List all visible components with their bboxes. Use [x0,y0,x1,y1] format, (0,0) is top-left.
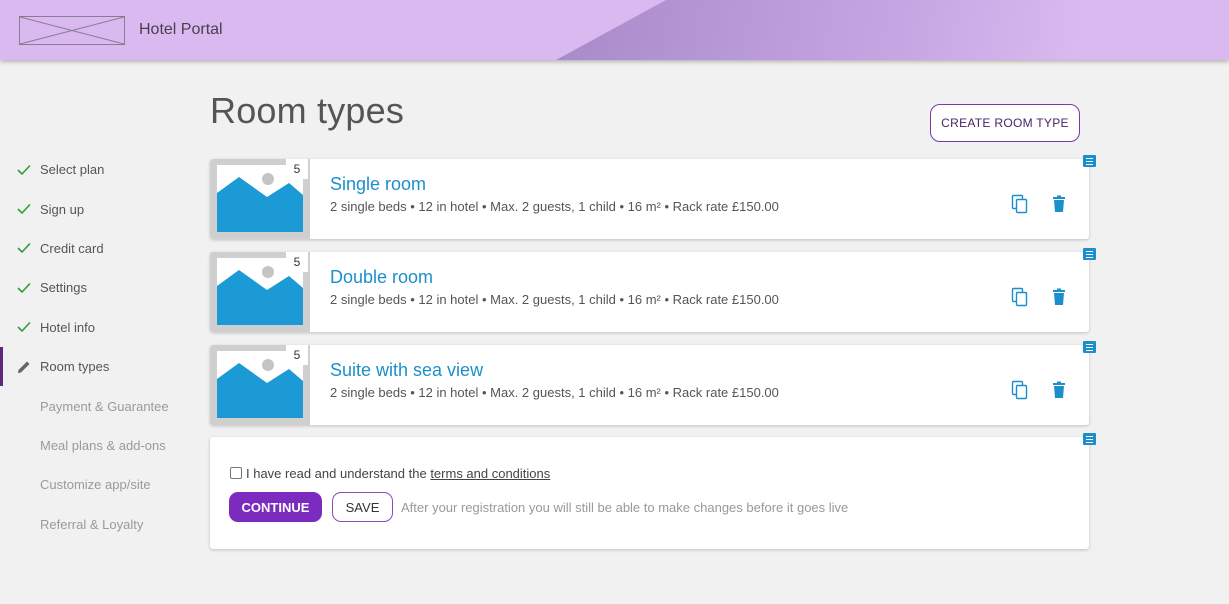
room-description: 2 single beds • 12 in hotel • Max. 2 gue… [330,199,779,214]
sidebar-item-label: Settings [40,280,87,296]
room-description: 2 single beds • 12 in hotel • Max. 2 gue… [330,292,779,307]
save-button[interactable]: SAVE [332,492,393,522]
check-icon [15,279,33,297]
sidebar-item-settings[interactable]: Settings [0,268,200,307]
sidebar-item-label: Select plan [40,162,105,178]
sidebar-item-sign-up[interactable]: Sign up [0,189,200,228]
terms-prefix: I have read and understand the [246,466,431,481]
pencil-icon [15,358,33,376]
sidebar-item-label: Room types [40,359,110,375]
room-thumbnail[interactable]: 5 [210,345,310,425]
top-bar: Hotel Portal [0,0,1229,60]
room-description: 2 single beds • 12 in hotel • Max. 2 gue… [330,385,779,400]
header-decoration [556,0,1229,60]
check-icon [15,200,33,218]
photo-count-badge: 5 [286,345,308,365]
sidebar-item-meal-plans-add-ons[interactable]: Meal plans & add-ons [0,426,200,465]
logo-placeholder[interactable] [19,16,125,45]
photo-count-badge: 5 [286,252,308,272]
sidebar-item-select-plan[interactable]: Select plan [0,150,200,189]
sidebar-item-room-types[interactable]: Room types [0,346,200,387]
registration-hint: After your registration you will still b… [401,500,849,515]
check-icon [15,161,33,179]
sidebar-item-label: Credit card [40,240,104,256]
sidebar-item-label: Hotel info [40,319,95,335]
room-name[interactable]: Suite with sea view [330,360,483,381]
trash-icon[interactable] [1049,287,1069,307]
trash-icon[interactable] [1049,380,1069,400]
continue-button[interactable]: CONTINUE [229,492,322,522]
copy-icon[interactable] [1010,380,1030,400]
terms-link[interactable]: terms and conditions [430,466,550,481]
sidebar-item-customize-app-site[interactable]: Customize app/site [0,465,200,504]
room-thumbnail[interactable]: 5 [210,252,310,332]
menu-icon[interactable] [1083,248,1096,260]
sidebar-item-hotel-info[interactable]: Hotel info [0,308,200,347]
room-name[interactable]: Double room [330,267,433,288]
menu-icon[interactable] [1083,433,1096,445]
menu-icon[interactable] [1083,341,1096,353]
sidebar-item-label: Meal plans & add-ons [40,437,166,453]
trash-icon[interactable] [1049,194,1069,214]
create-room-type-button[interactable]: CREATE ROOM TYPE [930,104,1080,142]
room-card[interactable]: 5 Double room 2 single beds • 12 in hotel … [210,252,1089,332]
sidebar-item-payment-guarantee[interactable]: Payment & Guarantee [0,386,200,425]
sidebar-item-label: Sign up [40,201,85,217]
sidebar-item-label: Referral & Loyalty [40,516,144,532]
room-card[interactable]: 5 Suite with sea view 2 single beds • 12 i… [210,345,1089,425]
copy-icon[interactable] [1010,287,1030,307]
page-title: Room types [210,90,405,131]
terms-checkbox[interactable] [230,467,242,479]
room-name[interactable]: Single room [330,174,426,195]
terms-card: I have read and understand the terms and… [210,437,1089,549]
sidebar-item-label: Customize app/site [40,477,151,493]
copy-icon[interactable] [1010,194,1030,214]
sidebar-item-credit-card[interactable]: Credit card [0,229,200,268]
check-icon [15,239,33,257]
photo-count-badge: 5 [286,159,308,179]
sidebar-item-referral-loyalty[interactable]: Referral & Loyalty [0,505,200,544]
room-thumbnail[interactable]: 5 [210,159,310,239]
menu-icon[interactable] [1083,155,1096,167]
room-card[interactable]: 5 Single room 2 single beds • 12 in hotel … [210,159,1089,239]
sidebar-item-label: Payment & Guarantee [40,398,169,414]
check-icon [15,318,33,336]
terms-label: I have read and understand the terms and… [246,466,550,481]
app-title: Hotel Portal [139,21,223,38]
sidebar-nav: Select plan Sign up Credit card Settings Hot… [0,150,200,544]
